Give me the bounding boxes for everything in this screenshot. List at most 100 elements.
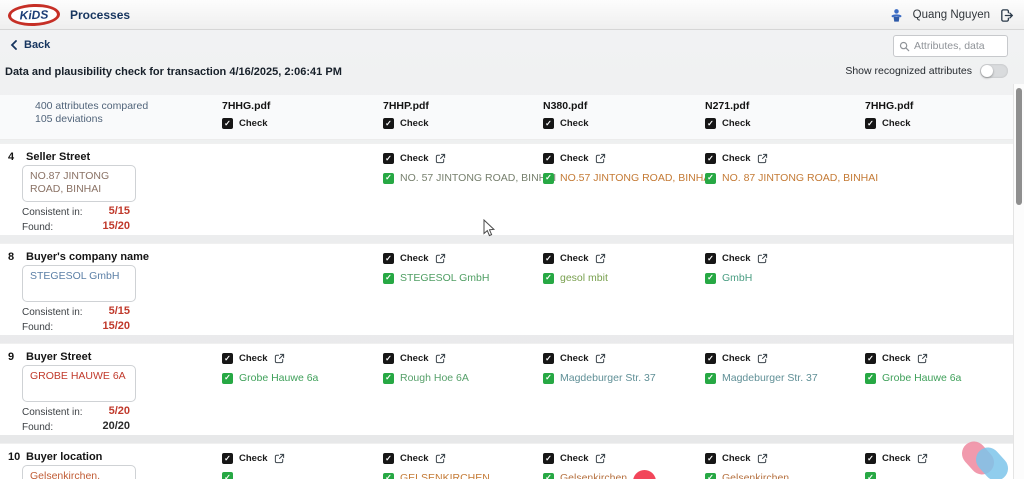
doc-column-header: 7HHG.pdf Check: [222, 100, 382, 129]
external-link-icon[interactable]: [757, 453, 768, 464]
external-link-icon[interactable]: [435, 253, 446, 264]
check-checkbox[interactable]: [543, 353, 554, 364]
check-label: Check: [239, 453, 268, 464]
mouse-cursor: [483, 219, 496, 238]
doc-check-cell: Check Grobe Hauwe 6a: [222, 353, 382, 384]
check-checkbox[interactable]: [543, 253, 554, 264]
check-checkbox[interactable]: [543, 153, 554, 164]
check-label: Check: [560, 153, 589, 164]
check-checkbox[interactable]: [383, 453, 394, 464]
recognized-checkbox[interactable]: [865, 373, 876, 384]
recognized-checkbox[interactable]: [543, 373, 554, 384]
recognized-checkbox[interactable]: [865, 472, 876, 479]
recognized-checkbox[interactable]: [705, 473, 716, 479]
recognized-value: NO.57 JINTONG ROAD, BINHAI: [560, 172, 713, 184]
external-link-icon[interactable]: [595, 453, 606, 464]
recognized-checkbox[interactable]: [705, 173, 716, 184]
recognized-checkbox[interactable]: [383, 173, 394, 184]
attribute-value-input[interactable]: Gelsenkirchen,: [22, 465, 136, 479]
check-checkbox[interactable]: [383, 118, 394, 129]
recognized-checkbox[interactable]: [705, 373, 716, 384]
doc-check-cell: Check: [222, 453, 382, 479]
recognized-value: GELSENKIRCHEN,: [400, 472, 493, 479]
check-label: Check: [560, 453, 589, 464]
recognized-value: NO. 57 JINTONG ROAD, BINHAI: [400, 172, 556, 184]
check-checkbox[interactable]: [705, 118, 716, 129]
doc-column-header: N271.pdf Check: [705, 100, 865, 129]
check-checkbox[interactable]: [705, 253, 716, 264]
external-link-icon[interactable]: [595, 353, 606, 364]
check-checkbox[interactable]: [705, 453, 716, 464]
recognized-checkbox[interactable]: [383, 473, 394, 479]
check-checkbox[interactable]: [222, 118, 233, 129]
scrollbar-thumb[interactable]: [1016, 88, 1022, 205]
attribute-value-input[interactable]: STEGESOL GmbH: [22, 265, 136, 302]
show-recognized-toggle[interactable]: [980, 64, 1008, 78]
check-label: Check: [722, 453, 751, 464]
recognized-checkbox[interactable]: [222, 373, 233, 384]
attribute-value-input[interactable]: GROBE HAUWE 6A: [22, 365, 136, 402]
recognized-checkbox[interactable]: [543, 273, 554, 284]
external-link-icon[interactable]: [595, 153, 606, 164]
check-checkbox[interactable]: [383, 253, 394, 264]
recognized-checkbox[interactable]: [383, 373, 394, 384]
check-checkbox[interactable]: [865, 453, 876, 464]
external-link-icon[interactable]: [917, 353, 928, 364]
toggle-knob: [981, 65, 993, 77]
external-link-icon[interactable]: [274, 353, 285, 364]
external-link-icon[interactable]: [595, 253, 606, 264]
external-link-icon[interactable]: [435, 153, 446, 164]
kids-logo[interactable]: KiDS: [8, 3, 61, 27]
external-link-icon[interactable]: [757, 253, 768, 264]
check-checkbox[interactable]: [383, 353, 394, 364]
check-checkbox[interactable]: [383, 153, 394, 164]
external-link-icon[interactable]: [435, 353, 446, 364]
attribute-label: Buyer's company name: [26, 251, 149, 263]
found-label: Found:: [22, 422, 53, 433]
external-link-icon[interactable]: [917, 453, 928, 464]
check-checkbox[interactable]: [222, 353, 233, 364]
recognized-value: GmbH: [722, 272, 752, 284]
recognized-value: gesol mbit: [560, 272, 608, 284]
recognized-checkbox[interactable]: [705, 273, 716, 284]
attribute-row-seller-street: 4 Seller Street NO.87 JINTONG ROAD, BINH…: [0, 143, 1013, 235]
watermark-logo: [960, 438, 1012, 479]
recognized-value: STEGESOL GmbH: [400, 272, 489, 284]
check-checkbox[interactable]: [865, 353, 876, 364]
external-link-icon[interactable]: [757, 353, 768, 364]
check-checkbox[interactable]: [705, 353, 716, 364]
external-link-icon[interactable]: [274, 453, 285, 464]
search-box[interactable]: [893, 35, 1008, 57]
recognized-value: NO. 87 JINTONG ROAD, BINHAI: [722, 172, 878, 184]
check-label: Check: [400, 118, 429, 129]
check-label: Check: [882, 353, 911, 364]
recognized-checkbox[interactable]: [543, 173, 554, 184]
found-value: 20/20: [70, 420, 130, 432]
back-label: Back: [24, 39, 50, 51]
back-button[interactable]: Back: [10, 39, 50, 51]
user-icon[interactable]: [889, 8, 904, 23]
recognized-checkbox[interactable]: [543, 473, 554, 479]
external-link-icon[interactable]: [757, 153, 768, 164]
search-icon: [899, 41, 910, 52]
check-label: Check: [400, 353, 429, 364]
attribute-row-buyer-location: 10 Buyer location Gelsenkirchen, Check C…: [0, 443, 1013, 479]
logout-icon[interactable]: [999, 8, 1014, 23]
doc-check-cell: Check GmbH: [705, 253, 865, 284]
external-link-icon[interactable]: [435, 453, 446, 464]
nav-title-processes[interactable]: Processes: [70, 0, 130, 30]
check-checkbox[interactable]: [543, 453, 554, 464]
check-checkbox[interactable]: [543, 118, 554, 129]
recognized-checkbox[interactable]: [222, 472, 233, 479]
recognized-value: Gelsenkirchen,: [560, 472, 630, 479]
check-checkbox[interactable]: [222, 453, 233, 464]
check-label: Check: [722, 253, 751, 264]
doc-file-name: 7HHP.pdf: [383, 100, 543, 112]
check-checkbox[interactable]: [705, 153, 716, 164]
check-label: Check: [882, 118, 911, 129]
search-input[interactable]: [914, 40, 1002, 52]
recognized-checkbox[interactable]: [383, 273, 394, 284]
check-checkbox[interactable]: [865, 118, 876, 129]
attribute-value-input[interactable]: NO.87 JINTONG ROAD, BINHAI: [22, 165, 136, 202]
summary-block: 400 attributes compared 105 deviations: [35, 100, 148, 126]
